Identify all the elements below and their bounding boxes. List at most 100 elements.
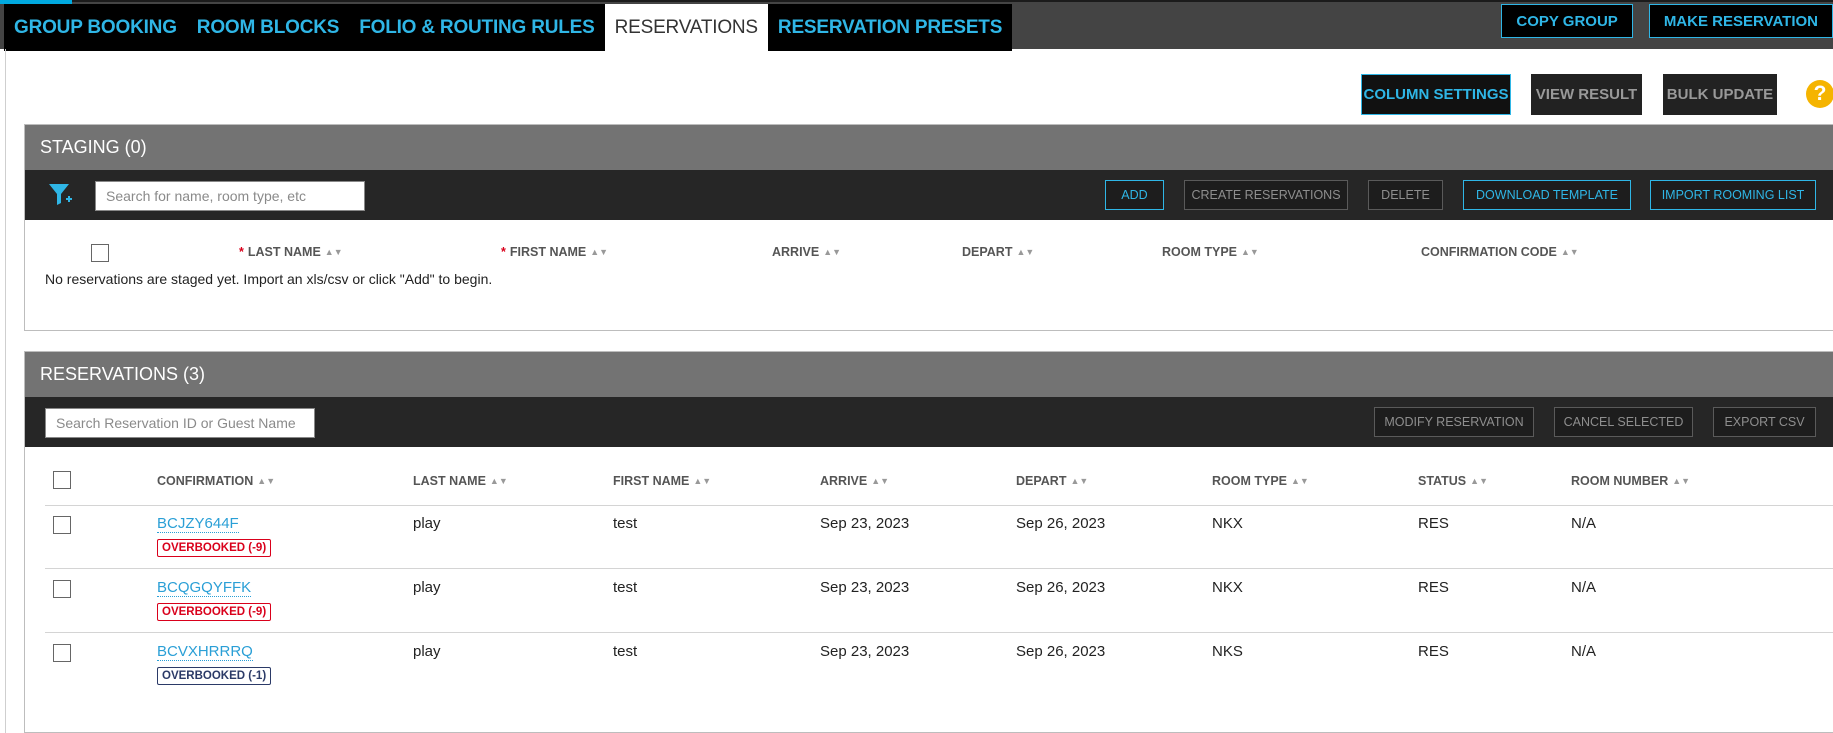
staging-empty-message: No reservations are staged yet. Import a… bbox=[45, 271, 493, 287]
cell-last-name: play bbox=[413, 579, 441, 596]
staging-search-input[interactable] bbox=[95, 181, 365, 211]
col-label: DEPART bbox=[1016, 474, 1067, 488]
col-label: ARRIVE bbox=[772, 245, 820, 259]
add-button[interactable]: ADD bbox=[1105, 180, 1164, 210]
cell-room-number: N/A bbox=[1571, 643, 1597, 660]
make-reservation-button[interactable]: MAKE RESERVATION bbox=[1648, 4, 1833, 38]
sort-icon: ▲▼ bbox=[1291, 476, 1309, 486]
staging-select-all-checkbox[interactable] bbox=[91, 244, 109, 262]
reservations-toolbar: MODIFY RESERVATION CANCEL SELECTED EXPOR… bbox=[25, 397, 1833, 447]
download-template-button[interactable]: DOWNLOAD TEMPLATE bbox=[1463, 180, 1631, 210]
tab-folio-routing-rules[interactable]: FOLIO & ROUTING RULES bbox=[349, 4, 604, 51]
reservations-select-all-checkbox[interactable] bbox=[53, 471, 71, 489]
tab-room-blocks[interactable]: ROOM BLOCKS bbox=[187, 4, 349, 51]
col-label: CONFIRMATION bbox=[157, 474, 254, 488]
col-label: ROOM TYPE bbox=[1212, 474, 1288, 488]
cell-status: RES bbox=[1418, 643, 1449, 660]
staging-col-room-type[interactable]: ROOM TYPE ▲▼ bbox=[1162, 245, 1259, 259]
tab-reservations[interactable]: RESERVATIONS bbox=[604, 4, 768, 51]
page-border bbox=[5, 49, 6, 733]
row-divider bbox=[45, 632, 1833, 633]
cell-first-name: test bbox=[613, 515, 638, 532]
staging-col-confirmation-code[interactable]: CONFIRMATION CODE ▲▼ bbox=[1421, 245, 1579, 259]
col-label: STATUS bbox=[1418, 474, 1467, 488]
tab-strip: GROUP BOOKING ROOM BLOCKS FOLIO & ROUTIN… bbox=[4, 4, 1013, 51]
col-confirmation[interactable]: CONFIRMATION ▲▼ bbox=[157, 474, 275, 488]
cell-last-name: play bbox=[413, 643, 441, 660]
sort-icon: ▲▼ bbox=[1016, 247, 1035, 257]
reservations-panel: RESERVATIONS (3) MODIFY RESERVATION CANC… bbox=[24, 351, 1833, 733]
col-label: CONFIRMATION CODE bbox=[1421, 245, 1557, 259]
col-label: ROOM TYPE bbox=[1162, 245, 1238, 259]
staging-col-first-name[interactable]: * FIRST NAME ▲▼ bbox=[501, 245, 608, 259]
top-actions: COPY GROUP MAKE RESERVATION bbox=[1501, 4, 1833, 38]
sort-icon: ▲▼ bbox=[1560, 247, 1579, 257]
staging-title: STAGING (0) bbox=[25, 125, 1833, 170]
help-icon[interactable]: ? bbox=[1806, 80, 1833, 108]
sort-icon: ▲▼ bbox=[1070, 476, 1089, 486]
header-divider bbox=[45, 505, 1833, 506]
import-rooming-list-button[interactable]: IMPORT ROOMING LIST bbox=[1650, 180, 1816, 210]
create-reservations-button[interactable]: CREATE RESERVATIONS bbox=[1184, 180, 1348, 210]
col-label: LAST NAME bbox=[247, 245, 321, 259]
staging-col-depart[interactable]: DEPART ▲▼ bbox=[962, 245, 1034, 259]
confirmation-link[interactable]: BCQGQYFFK bbox=[157, 579, 252, 597]
cell-depart: Sep 26, 2023 bbox=[1016, 643, 1106, 660]
tab-reservation-presets[interactable]: RESERVATION PRESETS bbox=[768, 4, 1012, 51]
overbooked-badge: OVERBOOKED (-9) bbox=[157, 603, 272, 621]
cell-last-name: play bbox=[413, 515, 441, 532]
overbooked-badge: OVERBOOKED (-9) bbox=[157, 539, 272, 557]
sort-icon: ▲▼ bbox=[1241, 247, 1259, 257]
sort-icon: ▲▼ bbox=[1470, 476, 1488, 486]
sort-icon: ▲▼ bbox=[324, 247, 343, 257]
cell-room-type: NKX bbox=[1212, 515, 1243, 532]
cell-depart: Sep 26, 2023 bbox=[1016, 579, 1106, 596]
delete-button[interactable]: DELETE bbox=[1368, 180, 1443, 210]
col-first-name[interactable]: FIRST NAME ▲▼ bbox=[613, 474, 711, 488]
cancel-selected-button[interactable]: CANCEL SELECTED bbox=[1554, 407, 1693, 437]
confirmation-link[interactable]: BCJZY644F bbox=[157, 515, 239, 533]
col-arrive[interactable]: ARRIVE ▲▼ bbox=[820, 474, 889, 488]
row-checkbox[interactable] bbox=[53, 516, 71, 534]
overbooked-badge: OVERBOOKED (-1) bbox=[157, 667, 272, 685]
sort-icon: ▲▼ bbox=[257, 476, 276, 486]
cell-first-name: test bbox=[613, 643, 638, 660]
required-mark: * bbox=[239, 245, 244, 259]
row-divider bbox=[45, 568, 1833, 569]
sort-icon: ▲▼ bbox=[1672, 476, 1691, 486]
staging-panel: STAGING (0) ADD CREATE RESERVATIONS DELE… bbox=[24, 124, 1833, 331]
reservation-search-input[interactable] bbox=[45, 408, 315, 438]
filter-add-icon[interactable] bbox=[47, 181, 73, 209]
column-settings-button[interactable]: COLUMN SETTINGS bbox=[1361, 74, 1511, 115]
modify-reservation-button[interactable]: MODIFY RESERVATION bbox=[1374, 407, 1534, 437]
sort-icon: ▲▼ bbox=[823, 247, 842, 257]
sort-icon: ▲▼ bbox=[489, 476, 508, 486]
col-label: ARRIVE bbox=[820, 474, 868, 488]
sort-icon: ▲▼ bbox=[590, 247, 609, 257]
staging-col-last-name[interactable]: * LAST NAME ▲▼ bbox=[239, 245, 343, 259]
staging-col-arrive[interactable]: ARRIVE ▲▼ bbox=[772, 245, 841, 259]
col-room-number[interactable]: ROOM NUMBER ▲▼ bbox=[1571, 474, 1690, 488]
col-depart[interactable]: DEPART ▲▼ bbox=[1016, 474, 1088, 488]
view-result-button[interactable]: VIEW RESULT bbox=[1531, 74, 1642, 115]
cell-arrive: Sep 23, 2023 bbox=[820, 579, 910, 596]
col-label: LAST NAME bbox=[413, 474, 486, 488]
row-checkbox[interactable] bbox=[53, 580, 71, 598]
col-last-name[interactable]: LAST NAME ▲▼ bbox=[413, 474, 508, 488]
col-label: ROOM NUMBER bbox=[1571, 474, 1669, 488]
staging-toolbar: ADD CREATE RESERVATIONS DELETE DOWNLOAD … bbox=[25, 170, 1833, 220]
col-room-type[interactable]: ROOM TYPE ▲▼ bbox=[1212, 474, 1309, 488]
bulk-update-button[interactable]: BULK UPDATE bbox=[1663, 74, 1777, 115]
cell-depart: Sep 26, 2023 bbox=[1016, 515, 1106, 532]
copy-group-button[interactable]: COPY GROUP bbox=[1501, 4, 1633, 38]
col-label: DEPART bbox=[962, 245, 1013, 259]
cell-status: RES bbox=[1418, 579, 1449, 596]
col-status[interactable]: STATUS ▲▼ bbox=[1418, 474, 1488, 488]
col-label: FIRST NAME bbox=[509, 245, 587, 259]
cell-arrive: Sep 23, 2023 bbox=[820, 515, 910, 532]
confirmation-link[interactable]: BCVXHRRRQ bbox=[157, 643, 253, 661]
export-csv-button[interactable]: EXPORT CSV bbox=[1713, 407, 1816, 437]
tab-group-booking[interactable]: GROUP BOOKING bbox=[4, 4, 187, 51]
row-checkbox[interactable] bbox=[53, 644, 71, 662]
reservations-title: RESERVATIONS (3) bbox=[25, 352, 1833, 397]
